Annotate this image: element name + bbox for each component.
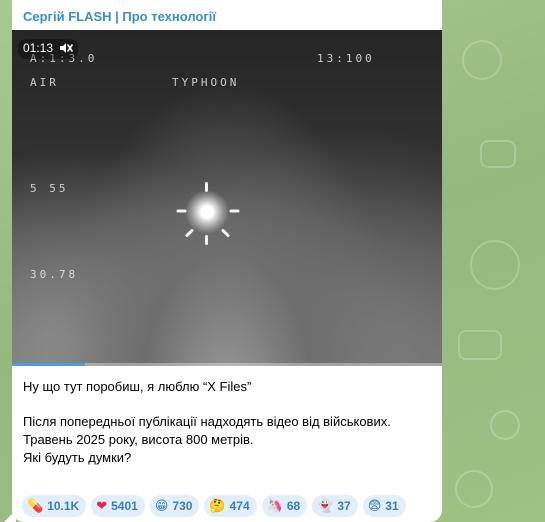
flare-ray <box>205 235 208 245</box>
caption-line: Ну що тут поробиш, я люблю “X Files” <box>23 379 252 394</box>
wallpaper-doodle <box>480 140 516 168</box>
reaction-unicorn-button[interactable]: 🦄 68 <box>261 495 308 517</box>
reaction-count: 5401 <box>111 499 138 513</box>
wallpaper-doodle <box>490 410 520 440</box>
osd-bottom-left: 30.78 <box>30 268 79 281</box>
reaction-count: 10.1K <box>47 499 80 513</box>
wallpaper-doodle <box>470 240 520 290</box>
reaction-count: 31 <box>385 499 399 513</box>
wallpaper-doodle <box>462 40 502 80</box>
reaction-ghost-button[interactable]: 👻 37 <box>312 495 358 517</box>
video-time[interactable]: 01:13 <box>18 39 79 59</box>
caption-line: Травень 2025 року, висота 800 метрів. <box>23 432 254 447</box>
video-time-label: 01:13 <box>23 41 54 55</box>
reaction-thinking-button[interactable]: 🤔 474 <box>204 495 257 517</box>
reaction-grin-button[interactable]: 😁 730 <box>149 495 200 517</box>
reaction-count: 474 <box>229 499 250 513</box>
reaction-fearful-button[interactable]: 😨 31 <box>362 495 406 517</box>
reaction-count: 37 <box>337 499 351 513</box>
osd-mode: AIR <box>30 76 59 89</box>
fearful-emoji-icon: 😨 <box>367 498 382 514</box>
osd-mid-left: 5 55 <box>30 182 69 195</box>
thinking-emoji-icon: 🤔 <box>209 498 226 514</box>
flare-ray <box>229 209 240 213</box>
caption-line: Після попередньої публікації надходять в… <box>23 414 391 429</box>
speaker-muted-icon[interactable] <box>59 42 74 57</box>
bright-object <box>185 190 229 234</box>
reactions-bar: 💊 10.1K ❤ 5401 😁 730 🤔 474 🦄 68 👻 37 😨 3… <box>22 495 406 517</box>
osd-title: TYPHOON <box>172 76 240 89</box>
grin-emoji-icon: 😁 <box>154 498 169 514</box>
reaction-count: 68 <box>286 499 301 513</box>
ghost-emoji-icon: 👻 <box>317 498 334 514</box>
wallpaper-doodle <box>455 470 493 508</box>
flare-ray <box>176 209 187 213</box>
osd-top-right: 13:100 <box>317 52 375 65</box>
heart-emoji-icon: ❤ <box>96 498 108 514</box>
video-progress-bar[interactable] <box>12 363 442 366</box>
unicorn-emoji-icon: 🦄 <box>266 498 283 514</box>
reaction-heart-button[interactable]: ❤ 5401 <box>91 495 145 517</box>
pill-emoji-icon: 💊 <box>27 498 44 514</box>
wallpaper-doodle <box>458 330 502 360</box>
caption-line: Які будуть думки? <box>23 450 132 465</box>
message-text: Ну що тут поробиш, я люблю “X Files” Піс… <box>23 378 433 467</box>
channel-name[interactable]: Сергій FLASH | Про технології <box>23 9 216 24</box>
video-progress-fill <box>12 363 86 366</box>
video-player[interactable]: A:1:3.0 AIR TYPHOON 13:100 5 55 30.78 01… <box>12 30 442 366</box>
flare-ray <box>205 182 208 192</box>
message-bubble[interactable]: Сергій FLASH | Про технології A:1:3.0 AI… <box>12 0 442 522</box>
reaction-count: 730 <box>172 499 193 513</box>
reaction-pill-button[interactable]: 💊 10.1K <box>22 495 87 517</box>
